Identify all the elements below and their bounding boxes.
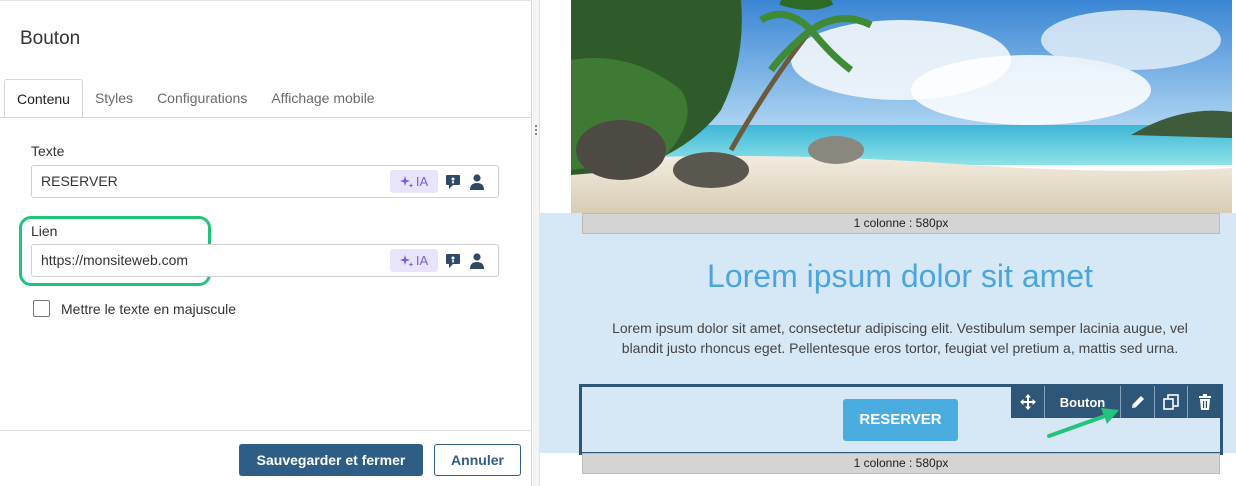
annotation-arrow xyxy=(1047,408,1119,438)
ia-button-link[interactable]: IA xyxy=(390,249,438,272)
preview-reserver-button[interactable]: RESERVER xyxy=(843,399,958,441)
text-field-label: Texte xyxy=(31,143,65,159)
panel-title: Bouton xyxy=(20,28,81,49)
tab-bar: Contenu Styles Configurations Affichage … xyxy=(4,79,387,119)
panel-top-border xyxy=(0,0,532,3)
uppercase-checkbox[interactable] xyxy=(33,300,50,317)
preview-headline[interactable]: Lorem ipsum dolor sit amet xyxy=(540,258,1236,295)
preview-paragraph[interactable]: Lorem ipsum dolor sit amet, consectetur … xyxy=(590,318,1210,358)
tab-contenu[interactable]: Contenu xyxy=(4,79,83,118)
tab-configurations[interactable]: Configurations xyxy=(145,79,259,118)
sparkle-icon xyxy=(399,255,414,267)
sparkle-icon xyxy=(399,176,414,188)
save-and-close-button[interactable]: Sauvegarder et fermer xyxy=(239,444,423,476)
ia-label-link: IA xyxy=(415,253,429,268)
user-icon[interactable] xyxy=(468,252,486,270)
tabs-divider xyxy=(0,117,532,118)
trash-icon xyxy=(1199,394,1211,410)
text-field[interactable]: RESERVER IA xyxy=(31,165,499,198)
tab-affichage-mobile[interactable]: Affichage mobile xyxy=(259,79,386,118)
link-field-value: https://monsiteweb.com xyxy=(41,252,189,268)
button-settings-panel: Bouton Contenu Styles Configurations Aff… xyxy=(0,0,532,486)
link-field-label: Lien xyxy=(31,223,58,239)
tab-styles[interactable]: Styles xyxy=(83,79,145,118)
delete-button[interactable] xyxy=(1188,386,1222,418)
duplicate-button[interactable] xyxy=(1155,386,1188,418)
edit-button[interactable] xyxy=(1121,386,1155,418)
beach-image[interactable] xyxy=(571,0,1232,213)
link-field[interactable]: https://monsiteweb.com IA xyxy=(31,244,499,277)
email-preview: 1 colonne : 580px Lorem ipsum dolor sit … xyxy=(540,0,1236,486)
merge-tag-icon[interactable] xyxy=(444,252,462,270)
ia-label: IA xyxy=(415,174,429,189)
panel-resize-handle[interactable] xyxy=(533,0,540,486)
text-field-value: RESERVER xyxy=(41,173,118,189)
column-label-bottom: 1 colonne : 580px xyxy=(582,453,1220,474)
move-icon xyxy=(1019,394,1036,410)
grip-dots-icon xyxy=(535,125,538,137)
user-icon[interactable] xyxy=(468,173,486,191)
merge-tag-icon[interactable] xyxy=(444,173,462,191)
move-button[interactable] xyxy=(1011,386,1045,418)
column-label-top: 1 colonne : 580px xyxy=(582,213,1220,234)
ia-button[interactable]: IA xyxy=(390,170,438,193)
cancel-button[interactable]: Annuler xyxy=(434,444,521,476)
uppercase-checkbox-label: Mettre le texte en majuscule xyxy=(61,301,237,317)
duplicate-icon xyxy=(1163,394,1179,410)
edit-pencil-icon xyxy=(1131,396,1144,408)
footer-divider xyxy=(0,430,532,431)
